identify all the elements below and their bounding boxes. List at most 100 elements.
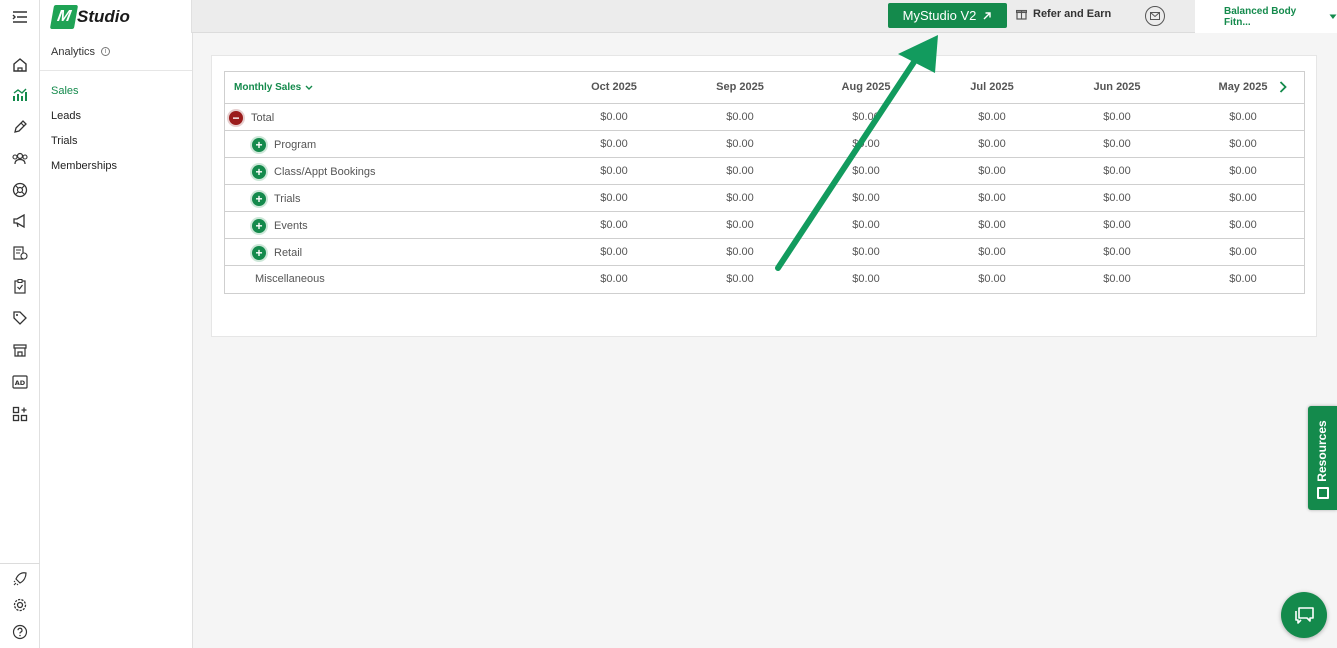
- icon-rail: AD: [0, 33, 40, 648]
- menu-toggle-button[interactable]: [0, 0, 40, 33]
- chevron-right-icon: [1279, 81, 1287, 93]
- chat-button[interactable]: [1281, 592, 1327, 638]
- column-header: Sep 2025: [716, 81, 764, 93]
- table-cell: $0.00: [852, 165, 880, 177]
- table-cell: $0.00: [1103, 246, 1131, 258]
- table-cell: $0.00: [978, 138, 1006, 150]
- table-cell: $0.00: [600, 246, 628, 258]
- resources-label: Resources: [1315, 420, 1329, 482]
- users-icon[interactable]: [10, 148, 30, 168]
- subnav-item-sales[interactable]: Sales: [40, 78, 192, 103]
- row-label-text: Program: [274, 139, 317, 151]
- column-header: Aug 2025: [841, 81, 891, 93]
- subnav-item-memberships[interactable]: Memberships: [40, 153, 192, 178]
- row-label: Miscellaneous: [255, 273, 325, 285]
- analytics-icon[interactable]: [10, 85, 30, 105]
- hamburger-icon: [12, 10, 27, 23]
- table-cell: $0.00: [726, 273, 754, 285]
- table-cell: $0.00: [726, 111, 754, 123]
- subnav-header: Analytics i: [40, 33, 192, 71]
- mystudio-v2-button[interactable]: MyStudio V2: [888, 3, 1007, 28]
- table-cell: $0.00: [1103, 192, 1131, 204]
- table-row: Miscellaneous $0.00 $0.00 $0.00 $0.00 $0.00 $0…: [225, 266, 1304, 293]
- table-header: Monthly Sales Oct 2025 Sep 2025 Aug 2025…: [225, 72, 1304, 104]
- mail-icon: [1150, 12, 1160, 20]
- expand-icon[interactable]: +: [252, 165, 266, 179]
- table-cell: $0.00: [600, 273, 628, 285]
- checklist-icon[interactable]: [10, 276, 30, 296]
- period-label: Monthly Sales: [234, 82, 302, 93]
- expand-icon[interactable]: +: [252, 246, 266, 260]
- logo-text: Studio: [77, 6, 130, 26]
- row-label-text: Total: [251, 112, 275, 124]
- table-row: + Retail $0.00 $0.00 $0.00 $0.00 $0.00 $0.00: [225, 239, 1304, 266]
- expand-icon[interactable]: +: [252, 138, 266, 152]
- chat-icon: [1295, 607, 1314, 624]
- subnav-item-trials[interactable]: Trials: [40, 128, 192, 153]
- period-dropdown[interactable]: Monthly Sales: [234, 82, 313, 93]
- expand-icon[interactable]: +: [252, 219, 266, 233]
- row-label: − Total: [229, 111, 274, 125]
- table-cell: $0.00: [726, 165, 754, 177]
- table-cell: $0.00: [978, 111, 1006, 123]
- table-cell: $0.00: [1229, 219, 1257, 231]
- column-header: Jun 2025: [1093, 81, 1141, 93]
- store-icon[interactable]: [10, 340, 30, 360]
- support-icon[interactable]: [10, 180, 30, 200]
- table-cell: $0.00: [726, 192, 754, 204]
- apps-icon[interactable]: [10, 404, 30, 424]
- table-cell: $0.00: [1229, 246, 1257, 258]
- column-header: Oct 2025: [591, 81, 637, 93]
- rail-divider: [0, 563, 40, 564]
- gear-icon[interactable]: [10, 595, 30, 615]
- table-cell: $0.00: [852, 246, 880, 258]
- sales-card: Monthly Sales Oct 2025 Sep 2025 Aug 2025…: [211, 55, 1317, 337]
- ad-icon[interactable]: AD: [10, 372, 30, 392]
- gift-icon: [1016, 9, 1027, 20]
- table-cell: $0.00: [1229, 138, 1257, 150]
- row-label-text: Retail: [274, 247, 303, 259]
- book-icon: [1317, 487, 1329, 499]
- help-icon[interactable]: [10, 622, 30, 642]
- table-cell: $0.00: [726, 219, 754, 231]
- subnav-item-leads[interactable]: Leads: [40, 103, 192, 128]
- table-cell: $0.00: [1229, 111, 1257, 123]
- column-header: Jul 2025: [970, 81, 1014, 93]
- next-period-button[interactable]: [1276, 79, 1290, 95]
- table-cell: $0.00: [978, 246, 1006, 258]
- table-cell: $0.00: [978, 165, 1006, 177]
- brand-logo[interactable]: M Studio: [40, 0, 192, 33]
- column-header: May 2025: [1218, 81, 1268, 93]
- expand-icon[interactable]: +: [252, 192, 266, 206]
- resources-tab[interactable]: Resources: [1308, 406, 1337, 510]
- table-row: + Class/Appt Bookings $0.00 $0.00 $0.00 $0.00…: [225, 158, 1304, 185]
- logo-mark: M: [49, 4, 79, 29]
- home-icon[interactable]: [10, 55, 30, 75]
- megaphone-icon[interactable]: [10, 211, 30, 231]
- external-link-icon: [983, 11, 992, 19]
- table-cell: $0.00: [726, 138, 754, 150]
- collapse-icon[interactable]: −: [229, 111, 243, 125]
- messages-button[interactable]: [1145, 6, 1165, 26]
- refer-and-earn-link[interactable]: Refer and Earn: [1016, 8, 1111, 20]
- pen-icon[interactable]: [10, 117, 30, 137]
- tag-icon[interactable]: [10, 308, 30, 328]
- row-label: + Class/Appt Bookings: [252, 165, 376, 179]
- table-cell: $0.00: [852, 219, 880, 231]
- table-row: + Program $0.00 $0.00 $0.00 $0.00 $0.00 $0.00: [225, 131, 1304, 158]
- row-label-text: Class/Appt Bookings: [274, 166, 376, 178]
- table-cell: $0.00: [978, 219, 1006, 231]
- table-cell: $0.00: [852, 192, 880, 204]
- mystudio-v2-label: MyStudio V2: [902, 8, 977, 23]
- table-cell: $0.00: [1229, 192, 1257, 204]
- info-icon[interactable]: i: [101, 47, 111, 56]
- account-selector[interactable]: Balanced Body Fitn...: [1195, 0, 1337, 33]
- rocket-icon[interactable]: [10, 569, 30, 589]
- table-cell: $0.00: [1103, 219, 1131, 231]
- top-bar: M Studio MyStudio V2 Refer and Earn Bala…: [0, 0, 1337, 33]
- table-cell: $0.00: [600, 219, 628, 231]
- row-label: + Trials: [252, 192, 300, 206]
- table-cell: $0.00: [852, 273, 880, 285]
- table-cell: $0.00: [1103, 165, 1131, 177]
- report-icon[interactable]: [10, 243, 30, 263]
